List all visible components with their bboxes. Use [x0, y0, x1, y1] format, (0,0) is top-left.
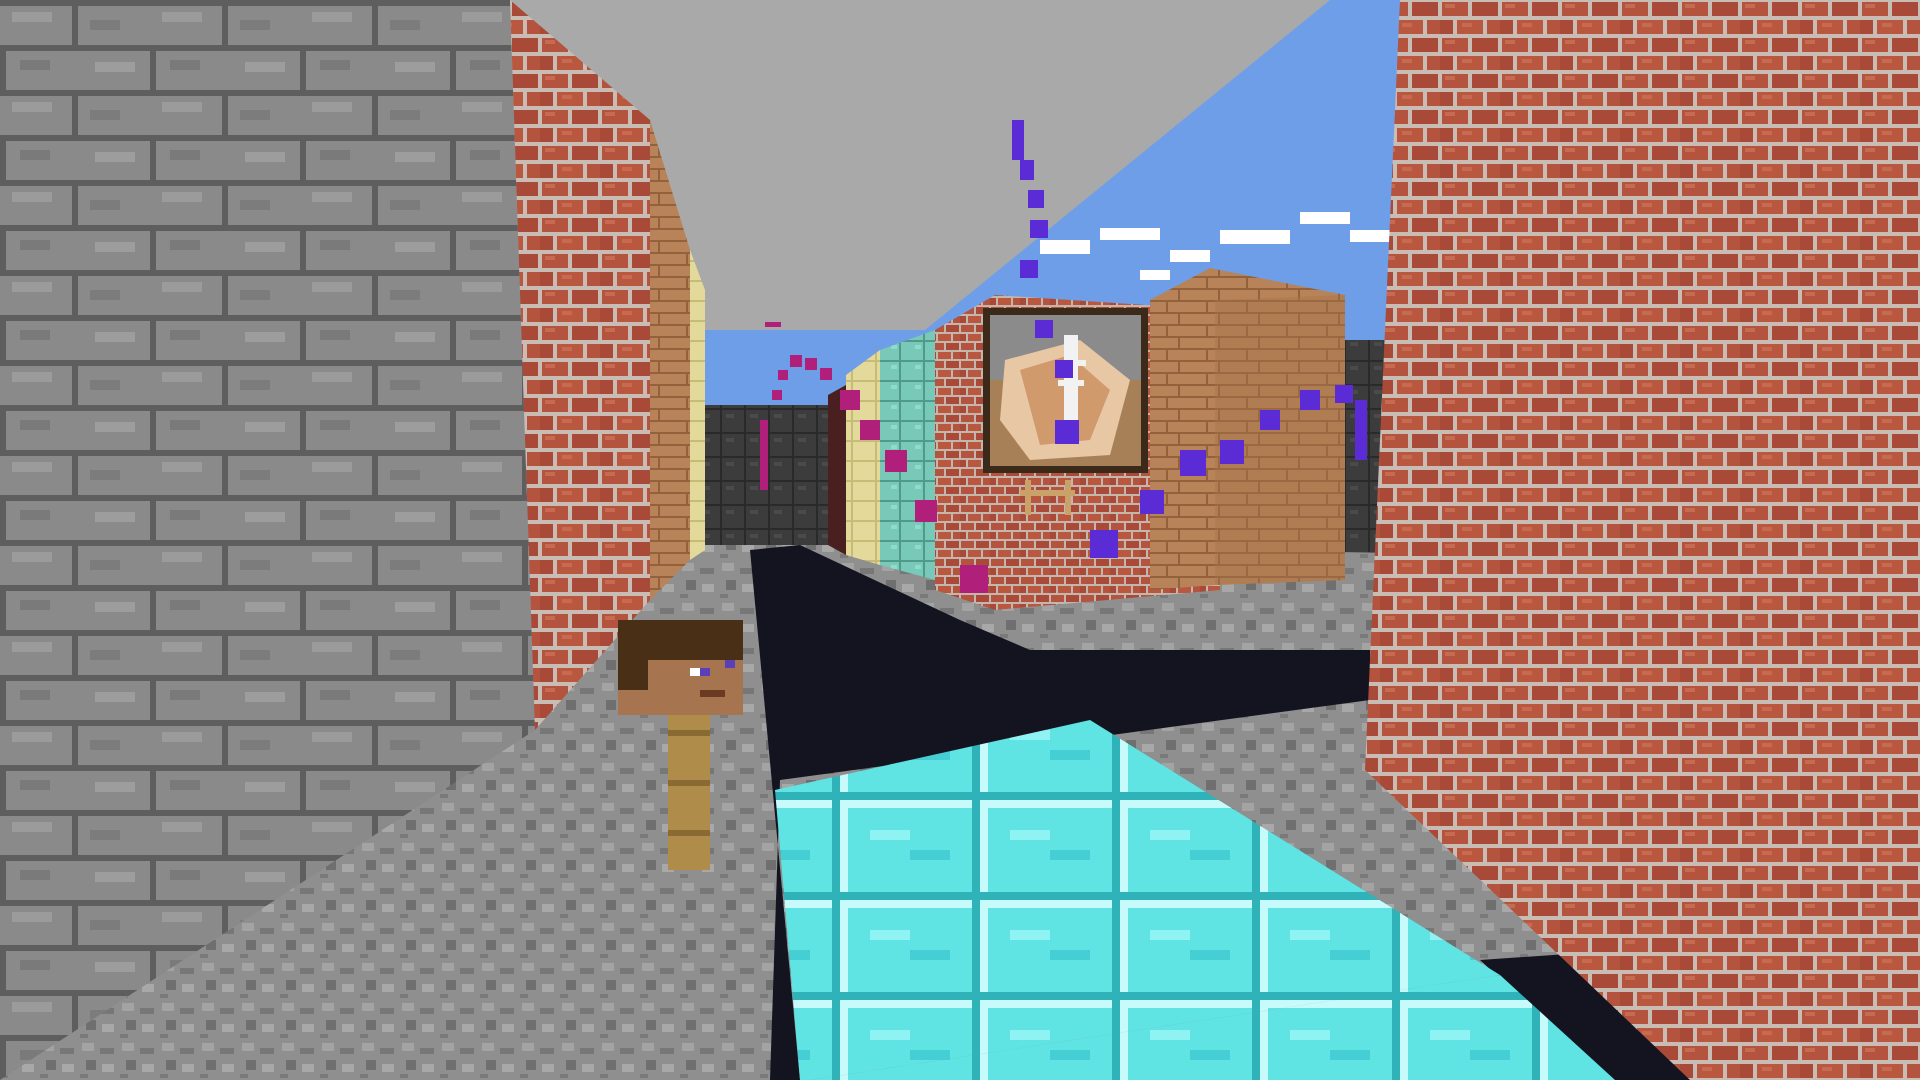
game-viewport[interactable]	[0, 0, 1920, 1080]
skeleton-painting[interactable]	[983, 308, 1148, 473]
steve-eye-left	[690, 668, 700, 676]
sandstone-wall	[846, 350, 880, 565]
sandstone-strip-left	[690, 250, 705, 560]
dark-red-wall	[828, 385, 846, 555]
steve-eye-right	[725, 660, 735, 668]
steve-mouth	[700, 690, 725, 697]
